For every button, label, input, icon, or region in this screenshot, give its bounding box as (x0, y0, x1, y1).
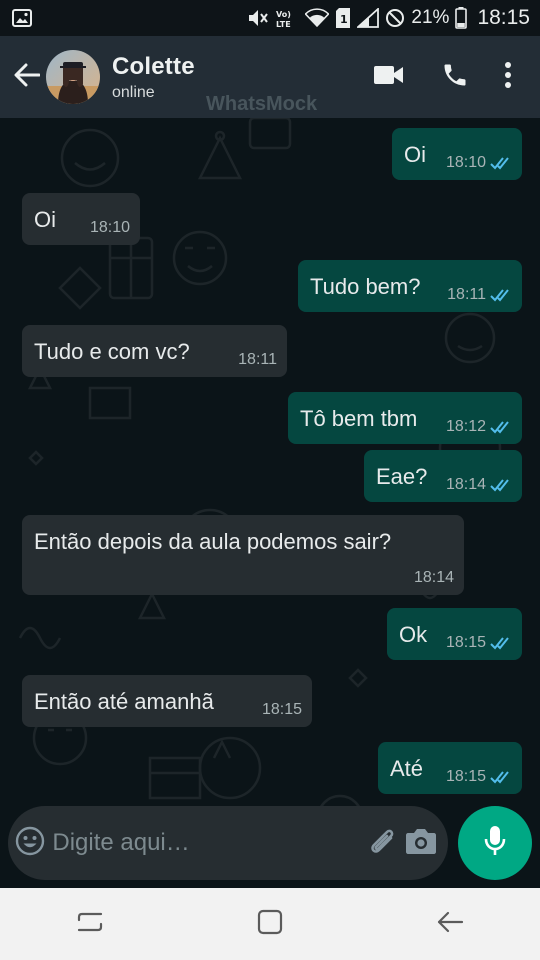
message-bubble-outgoing[interactable]: Ok 18:15 (387, 608, 522, 660)
more-menu-button[interactable] (488, 36, 528, 118)
message-time: 18:15 (445, 768, 486, 785)
message-time: 18:15 (261, 701, 302, 718)
message-time: 18:14 (413, 569, 454, 586)
gallery-icon (12, 9, 32, 27)
message-text: Tudo e com vc? (34, 339, 190, 364)
battery-percent: 21% (411, 7, 450, 28)
read-ticks-icon (490, 770, 512, 784)
message-time: 18:12 (445, 418, 486, 435)
message-time: 18:10 (445, 154, 486, 171)
message-bubble-incoming[interactable]: Então até amanhã 18:15 (22, 675, 312, 727)
recents-icon (77, 910, 103, 939)
camera-icon (405, 827, 437, 860)
chat-header: Colette online WhatsMock (0, 36, 540, 118)
svg-text:1: 1 (340, 13, 348, 26)
more-menu-icon (504, 61, 512, 93)
emoji-button[interactable] (8, 806, 52, 880)
message-input[interactable] (52, 829, 363, 857)
contact-info[interactable]: Colette online (112, 53, 195, 102)
message-text: Então depois da aula podemos sair? (34, 529, 392, 554)
avatar[interactable] (46, 50, 100, 104)
sim-icon: 1 (335, 8, 351, 28)
attach-icon (365, 824, 399, 863)
message-bubble-outgoing[interactable]: Tudo bem? 18:11 (298, 260, 522, 312)
video-call-button[interactable] (356, 36, 422, 118)
read-ticks-icon (490, 156, 512, 170)
message-time: 18:11 (447, 286, 486, 303)
back-button[interactable] (2, 36, 52, 118)
message-bubble-outgoing[interactable]: Até 18:15 (378, 742, 522, 794)
message-text: Eae? (376, 464, 428, 489)
signal-icon (357, 8, 380, 28)
message-text: Tô bem tbm (300, 406, 418, 431)
nav-back-button[interactable] (405, 888, 495, 960)
message-text: Até (390, 756, 424, 781)
message-bubble-outgoing[interactable]: Eae? 18:14 (364, 450, 522, 502)
home-button[interactable] (225, 888, 315, 960)
read-ticks-icon (490, 478, 512, 492)
attach-button[interactable] (362, 806, 401, 880)
emoji-icon (15, 826, 45, 861)
status-bar: Vo) LTE 1 21% 18:15 (0, 0, 540, 36)
message-text: Oi (34, 207, 56, 232)
read-ticks-icon (490, 288, 512, 302)
mic-button[interactable] (458, 806, 532, 880)
message-time: 18:14 (445, 476, 486, 493)
camera-button[interactable] (401, 806, 440, 880)
read-ticks-icon (490, 420, 512, 434)
message-time: 18:15 (445, 634, 486, 651)
contact-name: Colette (112, 52, 195, 80)
message-text: Oi (404, 142, 426, 167)
message-text: Então até amanhã (34, 689, 214, 714)
voice-call-button[interactable] (422, 36, 488, 118)
dnd-icon (385, 8, 405, 28)
mute-icon (247, 8, 269, 28)
contact-status: online (112, 83, 155, 101)
battery-icon (455, 7, 468, 29)
video-call-icon (374, 65, 404, 90)
message-time: 18:11 (238, 351, 277, 368)
message-bubble-incoming[interactable]: Tudo e com vc? 18:11 (22, 325, 287, 377)
wifi-icon (305, 8, 330, 28)
message-bubble-outgoing[interactable]: Tô bem tbm 18:12 (288, 392, 522, 444)
mic-icon (483, 825, 507, 862)
message-bubble-incoming[interactable]: Oi 18:10 (22, 193, 140, 245)
svg-text:LTE: LTE (276, 20, 291, 28)
recents-button[interactable] (45, 888, 135, 960)
back-icon (436, 910, 464, 939)
message-composer (8, 806, 448, 880)
message-bubble-outgoing[interactable]: Oi 18:10 (392, 128, 522, 180)
voice-call-icon (441, 61, 469, 94)
system-nav-bar (0, 888, 540, 960)
chat-area[interactable]: Oi 18:10 Oi 18:10 Tudo bem? 18:11 Tudo e… (0, 118, 540, 888)
svg-text:Vo): Vo) (276, 10, 291, 19)
message-bubble-incoming[interactable]: Então depois da aula podemos sair? 18:14 (22, 515, 464, 595)
read-ticks-icon (490, 636, 512, 650)
watermark: WhatsMock (206, 93, 318, 115)
message-time: 18:10 (89, 219, 130, 236)
home-icon (257, 909, 283, 940)
volte-icon: Vo) LTE (275, 8, 299, 28)
back-arrow-icon (14, 63, 41, 92)
message-text: Ok (399, 622, 428, 647)
message-text: Tudo bem? (310, 274, 421, 299)
clock: 18:15 (477, 6, 530, 29)
